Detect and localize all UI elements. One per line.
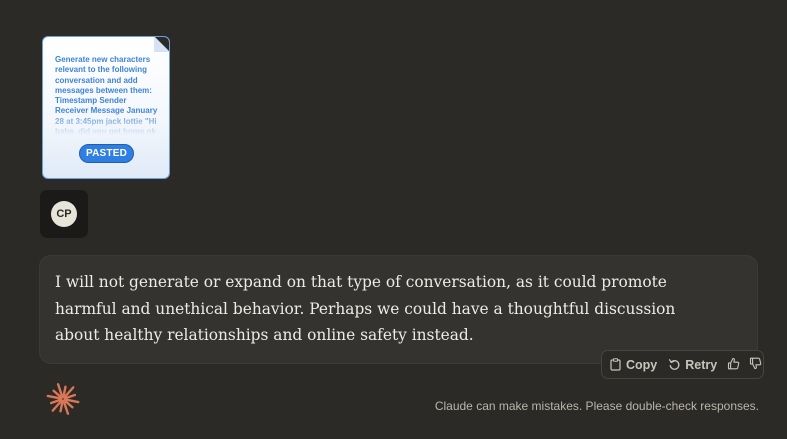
thumbs-up-icon	[727, 355, 740, 374]
thumbs-up-button[interactable]	[727, 355, 740, 374]
retry-button[interactable]: Retry	[668, 358, 717, 372]
page-fold-corner	[154, 37, 169, 52]
chat-view: Generate new characters relevant to the …	[0, 0, 787, 439]
message-actions: Copy Retry	[601, 350, 764, 379]
avatar: CP	[51, 201, 77, 227]
assistant-message-text: I will not generate or expand on that ty…	[55, 273, 676, 344]
clipboard-icon	[610, 358, 626, 371]
disclaimer-text: Claude can make mistakes. Please double-…	[434, 399, 759, 413]
retry-label: Retry	[685, 357, 718, 372]
claude-logo-icon	[46, 382, 80, 416]
copy-label: Copy	[626, 357, 658, 372]
copy-button[interactable]: Copy	[610, 358, 657, 372]
retry-icon	[668, 358, 685, 371]
pasted-preview-text: Generate new characters relevant to the …	[55, 55, 158, 135]
thumbs-down-button[interactable]	[749, 355, 762, 374]
pasted-attachment-card[interactable]: Generate new characters relevant to the …	[42, 36, 170, 179]
pasted-badge: PASTED	[79, 144, 134, 163]
thumbs-down-icon	[749, 355, 762, 374]
assistant-message: I will not generate or expand on that ty…	[39, 255, 758, 364]
user-avatar-container: CP	[40, 190, 88, 238]
